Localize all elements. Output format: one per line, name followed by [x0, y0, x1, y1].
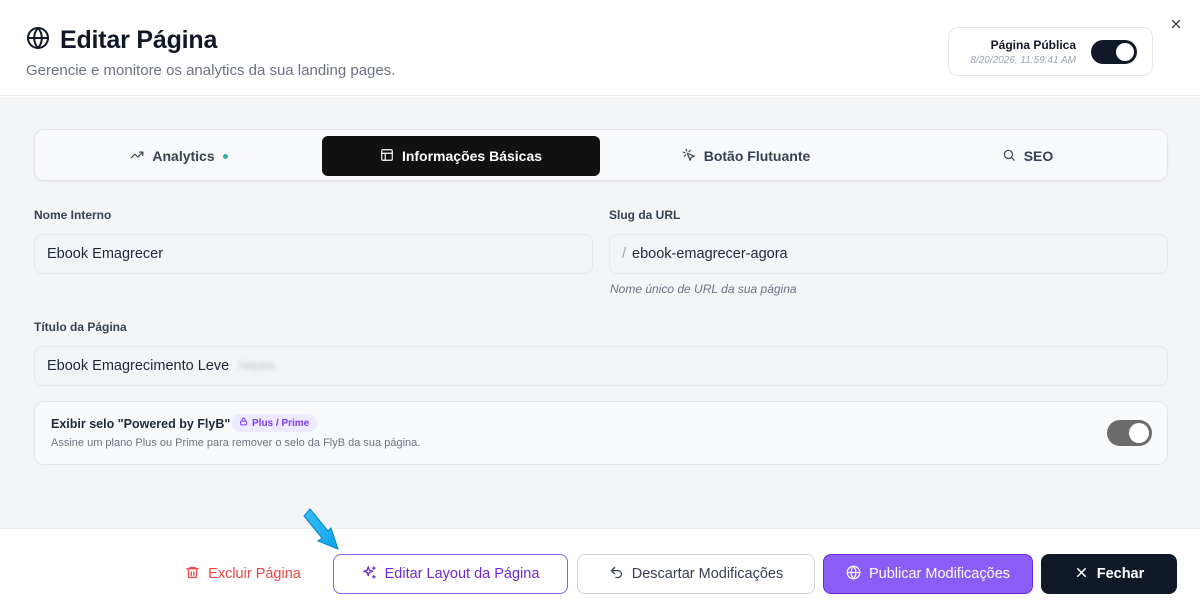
close-label: Fechar — [1096, 566, 1145, 582]
lock-icon — [239, 417, 248, 429]
page-title-value: Ebook Emagrecimento Leve — [47, 358, 230, 374]
discard-changes-label: Descartar Modificações — [631, 566, 784, 582]
modal-header: Editar Página Gerencie e monitore os ana… — [0, 0, 1200, 96]
powered-by-description: Assine um plano Plus ou Prime para remov… — [51, 437, 421, 449]
tab-informacoes-basicas[interactable]: Informações Básicas — [322, 136, 600, 176]
slug-help-text: Nome único de URL da sua página — [610, 282, 797, 296]
plan-badge: Plus / Prime — [231, 414, 318, 432]
discard-changes-button[interactable]: Descartar Modificações — [577, 554, 815, 594]
modal-footer: Excluir Página Editar Layout da Página D… — [0, 528, 1200, 616]
tab-botao-flutuante-label: Botão Flutuante — [703, 148, 811, 164]
tab-bar: Analytics Informações Básicas Botão Flut… — [34, 129, 1168, 181]
title-row: Editar Página — [26, 26, 217, 55]
page-title-input[interactable]: Ebook Emagrecimento Leve Nayara — [34, 346, 1168, 386]
slug-value: ebook-emagrecer-agora — [632, 246, 788, 262]
public-page-toggle[interactable] — [1091, 40, 1137, 64]
layout-icon — [380, 148, 394, 165]
delete-page-button[interactable]: Excluir Página — [170, 554, 316, 594]
public-page-label: Página Pública — [990, 38, 1076, 52]
trash-icon — [185, 565, 200, 584]
edit-layout-label: Editar Layout da Página — [384, 566, 540, 582]
public-page-timestamp: 8/20/2026, 11:59:41 AM — [970, 55, 1076, 66]
trending-up-icon — [130, 148, 144, 165]
tab-seo-label: SEO — [1023, 148, 1054, 164]
powered-by-card: Exibir selo "Powered by FlyB" Plus / Pri… — [34, 401, 1168, 465]
status-dot — [222, 153, 228, 159]
page-title: Editar Página — [60, 26, 218, 54]
publish-changes-button[interactable]: Publicar Modificações — [823, 554, 1033, 594]
globe-icon — [26, 26, 50, 55]
undo-icon — [609, 565, 624, 584]
toggle-knob — [1129, 423, 1149, 443]
page-subtitle: Gerencie e monitore os analytics da sua … — [26, 62, 396, 79]
tab-botao-flutuante[interactable]: Botão Flutuante — [605, 136, 887, 176]
sparkles-icon — [362, 565, 377, 584]
close-icon[interactable] — [1166, 14, 1186, 34]
blurred-text: Nayara — [239, 360, 275, 372]
tab-analytics[interactable]: Analytics — [41, 136, 317, 176]
search-icon — [1002, 148, 1016, 165]
close-icon — [1074, 565, 1089, 584]
tab-seo[interactable]: SEO — [892, 136, 1163, 176]
delete-page-label: Excluir Página — [208, 566, 301, 582]
powered-by-toggle[interactable] — [1107, 420, 1152, 446]
edit-layout-button[interactable]: Editar Layout da Página — [333, 554, 568, 594]
pointer-icon — [682, 148, 696, 165]
page-title-label: Título da Página — [34, 320, 127, 334]
toggle-knob — [1116, 43, 1134, 61]
close-button[interactable]: Fechar — [1041, 554, 1177, 594]
internal-name-input[interactable]: Ebook Emagrecer — [34, 234, 593, 274]
internal-name-label: Nome Interno — [34, 208, 112, 222]
publish-changes-label: Publicar Modificações — [868, 566, 1011, 582]
globe-icon — [846, 564, 861, 584]
slug-label: Slug da URL — [609, 208, 681, 222]
powered-by-title: Exibir selo "Powered by FlyB" — [51, 417, 231, 431]
plan-badge-label: Plus / Prime — [252, 417, 310, 429]
slug-input[interactable]: / ebook-emagrecer-agora — [609, 234, 1168, 274]
tab-analytics-label: Analytics — [152, 148, 215, 164]
modal-content: Analytics Informações Básicas Botão Flut… — [0, 97, 1200, 528]
tab-informacoes-basicas-label: Informações Básicas — [401, 148, 543, 164]
annotation-arrow-icon — [300, 505, 348, 553]
internal-name-value: Ebook Emagrecer — [47, 246, 164, 262]
slug-prefix: / — [622, 246, 627, 262]
public-page-card: Página Pública 8/20/2026, 11:59:41 AM — [948, 27, 1153, 76]
